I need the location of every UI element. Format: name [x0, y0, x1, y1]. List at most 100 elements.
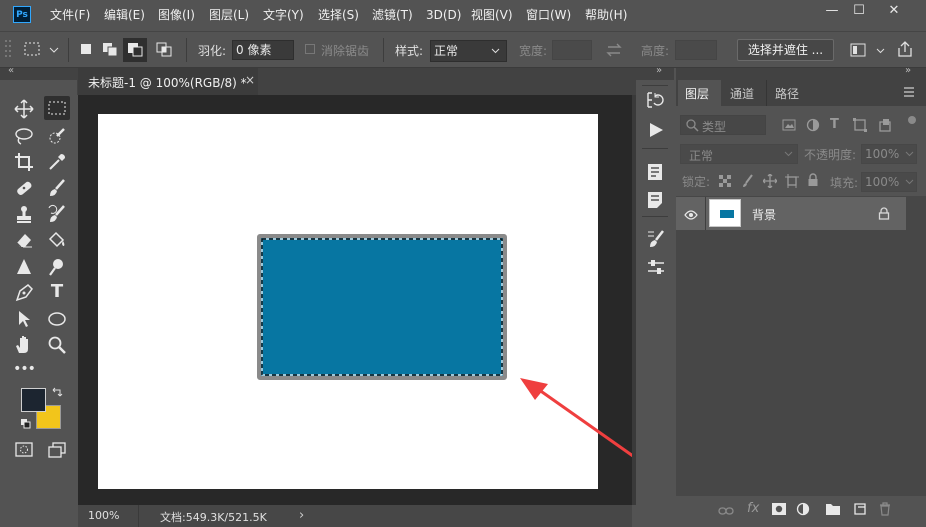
swap-colors-icon[interactable] [51, 386, 63, 401]
filter-adjustment-icon[interactable] [806, 118, 820, 135]
history-panel-icon[interactable] [646, 91, 664, 112]
pen-tool-icon[interactable] [11, 280, 37, 304]
opacity-input[interactable]: 100% [861, 144, 917, 164]
blend-mode-select[interactable]: 正常 [680, 144, 798, 164]
fill-input[interactable]: 100% [861, 172, 917, 192]
dock-grip [642, 85, 668, 86]
sharpen-tool-icon[interactable] [11, 254, 37, 278]
intersect-selection-icon[interactable] [155, 41, 173, 60]
share-icon[interactable] [896, 40, 914, 61]
minimize-button[interactable]: — [818, 0, 846, 22]
adjustment-icon[interactable] [796, 502, 810, 519]
group-folder-icon[interactable] [826, 503, 840, 518]
tab-paths[interactable]: 路径 [775, 85, 799, 102]
fx-icon[interactable]: fx [747, 501, 759, 516]
screen-mode-icon[interactable] [44, 438, 70, 462]
menu-select[interactable]: 选择(S) [318, 0, 359, 30]
collapse-panel-chevron-icon[interactable]: » [905, 65, 911, 76]
eraser-tool-icon[interactable] [11, 227, 37, 251]
menu-edit[interactable]: 编辑(E) [104, 0, 145, 30]
menu-type[interactable]: 文字(Y) [263, 0, 304, 30]
maximize-button[interactable]: ☐ [845, 0, 873, 22]
move-tool-icon[interactable] [11, 96, 37, 120]
hand-tool-icon[interactable] [11, 332, 37, 356]
dodge-tool-icon[interactable] [44, 254, 70, 278]
crop-tool-icon[interactable] [11, 149, 37, 173]
layer-name[interactable]: 背景 [752, 206, 776, 223]
filter-type-icon[interactable]: T [830, 117, 839, 132]
feather-input[interactable]: 0 像素 [232, 40, 294, 60]
eye-visibility-icon[interactable] [684, 209, 698, 223]
options-grip [4, 38, 12, 60]
menu-filter[interactable]: 滤镜(T) [372, 0, 413, 30]
lock-position-icon[interactable] [762, 173, 778, 191]
antialias-label: 消除锯齿 [321, 44, 370, 58]
select-and-mask-button[interactable]: 选择并遮住 ... [737, 39, 834, 61]
brush-settings-icon[interactable] [646, 229, 666, 252]
document-tab[interactable]: 未标题-1 @ 100%(RGB/8) * × [78, 68, 258, 95]
quick-select-tool-icon[interactable] [44, 123, 70, 147]
type-tool-icon[interactable]: T [44, 280, 70, 304]
status-menu-chevron-icon[interactable]: › [299, 508, 304, 523]
menu-file[interactable]: 文件(F) [50, 0, 90, 30]
close-window-button[interactable]: ✕ [880, 0, 908, 22]
foreground-color-swatch[interactable] [21, 388, 46, 412]
layers-panel: » 图层 通道 路径 类型 T 正常 不透明度: 100% 锁定: 填充: 10… [676, 65, 926, 527]
actions-play-icon[interactable] [648, 122, 664, 141]
filter-smart-object-icon[interactable] [878, 118, 892, 135]
ellipse-tool-icon[interactable] [44, 306, 70, 330]
new-selection-icon[interactable] [78, 41, 94, 60]
menu-3d[interactable]: 3D(D) [426, 0, 461, 30]
menu-help[interactable]: 帮助(H) [585, 0, 627, 30]
zoom-tool-icon[interactable] [44, 332, 70, 356]
panel-menu-icon[interactable] [903, 86, 915, 101]
eyedropper-tool-icon[interactable] [44, 149, 70, 173]
paint-bucket-icon[interactable] [44, 227, 70, 251]
properties-panel-icon[interactable] [647, 163, 663, 184]
style-select[interactable]: 正常 [430, 40, 507, 62]
clone-stamp-icon[interactable] [11, 201, 37, 225]
lasso-tool-icon[interactable] [11, 123, 37, 147]
tab-channels[interactable]: 通道 [730, 85, 754, 102]
menu-window[interactable]: 窗口(W) [526, 0, 571, 30]
antialias-checkbox[interactable] [305, 44, 315, 54]
tab-layers[interactable]: 图层 [678, 80, 721, 106]
close-tab-icon[interactable]: × [245, 73, 255, 87]
marquee-preset-icon[interactable] [22, 40, 62, 63]
filter-pixel-icon[interactable] [782, 119, 796, 134]
height-input[interactable] [675, 40, 717, 60]
workspace-icon[interactable] [849, 41, 885, 62]
filter-shape-icon[interactable] [853, 118, 867, 135]
layer-row[interactable]: 背景 [676, 197, 906, 230]
collapse-chevron-icon[interactable]: « [8, 65, 14, 76]
path-select-icon[interactable] [11, 306, 37, 330]
link-icon[interactable] [718, 505, 734, 520]
lock-all-icon[interactable] [807, 173, 819, 190]
trash-icon[interactable] [879, 502, 891, 519]
notes-panel-icon[interactable] [647, 191, 663, 212]
mask-icon[interactable] [772, 503, 786, 518]
width-input[interactable] [552, 40, 592, 60]
history-brush-icon[interactable] [44, 201, 70, 225]
lock-artboard-icon[interactable] [785, 174, 799, 191]
more-tools-icon[interactable]: ••• [11, 357, 37, 381]
lock-image-icon[interactable] [742, 174, 756, 191]
healing-brush-icon[interactable] [11, 175, 37, 199]
add-selection-icon[interactable] [101, 41, 119, 60]
menu-view[interactable]: 视图(V) [471, 0, 513, 30]
default-colors-icon[interactable] [20, 418, 32, 433]
layer-filter-select[interactable]: 类型 [680, 115, 766, 135]
subtract-selection-icon[interactable] [123, 38, 147, 62]
marquee-tool-icon[interactable] [44, 96, 70, 120]
lock-transparent-icon[interactable] [719, 175, 731, 190]
new-layer-icon[interactable] [853, 502, 867, 519]
quick-mask-icon[interactable] [11, 438, 37, 462]
menu-image[interactable]: 图像(I) [158, 0, 195, 30]
filter-toggle[interactable] [908, 116, 916, 124]
menu-layer[interactable]: 图层(L) [209, 0, 249, 30]
zoom-level[interactable]: 100% [88, 509, 119, 522]
adjustments-sliders-icon[interactable] [646, 257, 666, 280]
swap-dimensions-icon[interactable] [605, 42, 623, 61]
expand-chevron-icon[interactable]: » [656, 65, 662, 76]
brush-tool-icon[interactable] [44, 175, 70, 199]
